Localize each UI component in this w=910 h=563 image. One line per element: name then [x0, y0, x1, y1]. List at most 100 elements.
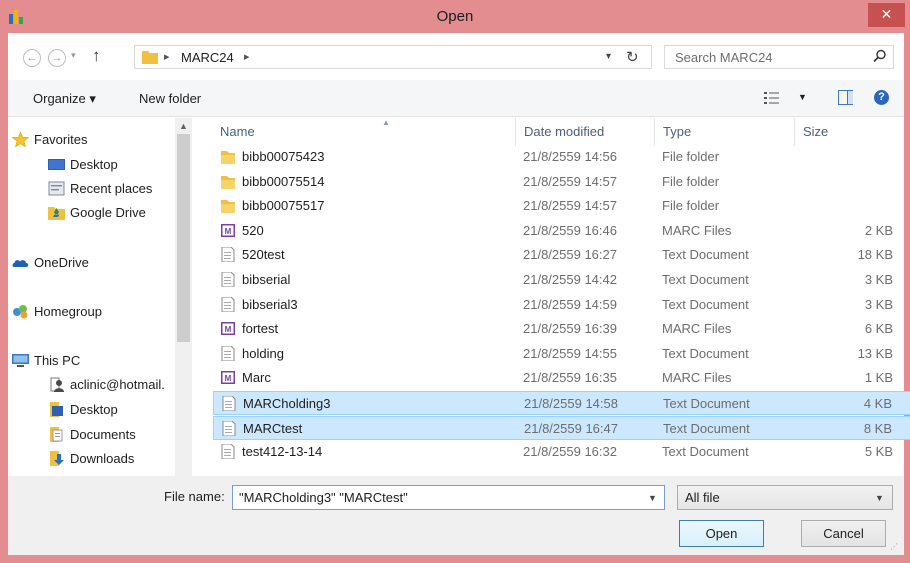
navigation-pane-scrollbar[interactable]: ▲ ▼ [175, 118, 192, 504]
marc-file-icon: M [221, 371, 235, 385]
folder-icon [221, 200, 235, 214]
dialog-footer: File name: "MARCholding3" "MARCtest" ▼ A… [8, 476, 904, 555]
column-divider[interactable] [515, 118, 516, 146]
back-button[interactable]: ← [23, 49, 41, 67]
file-type-value: All file [685, 490, 720, 505]
scroll-up-icon[interactable]: ▲ [179, 121, 188, 131]
file-name: bibb00075517 [242, 198, 325, 214]
search-box[interactable]: Search MARC24 [664, 45, 894, 69]
file-name: bibb00075423 [242, 149, 325, 164]
breadcrumb-marc24[interactable]: MARC24 [181, 50, 234, 65]
text-file-icon [221, 247, 235, 263]
file-size: 8 KB [863, 420, 892, 436]
file-name: 520 [242, 222, 264, 238]
star-icon [12, 132, 29, 147]
new-folder-button[interactable]: New folder [139, 91, 201, 106]
chevron-down-icon[interactable]: ▼ [875, 493, 884, 503]
view-options-icon[interactable] [764, 91, 780, 105]
file-type: Text Document [663, 420, 750, 436]
file-row[interactable]: 520test 21/8/2559 16:27 Text Document 18 KB [213, 243, 910, 267]
file-type: MARC Files [662, 370, 732, 386]
resize-grip-icon[interactable]: ⋰ [890, 542, 898, 551]
column-header-date[interactable]: Date modified [524, 124, 604, 139]
up-button[interactable]: ↑ [92, 46, 101, 66]
address-dropdown-icon[interactable]: ▾ [606, 51, 611, 62]
desktop-icon [48, 159, 65, 170]
preview-pane-icon[interactable] [838, 90, 853, 105]
file-date: 21/8/2559 16:47 [524, 420, 618, 436]
file-row[interactable]: bibb00075514 21/8/2559 14:57 File folder [213, 170, 910, 194]
file-row[interactable]: holding 21/8/2559 14:55 Text Document 13 KB [213, 342, 910, 366]
svg-text:M: M [225, 325, 232, 334]
file-row[interactable]: bibb00075517 21/8/2559 14:57 File folder [213, 194, 910, 218]
desktop-folder-icon [50, 402, 63, 417]
command-bar: Organize ▾ New folder ▼ ? [8, 80, 904, 117]
file-size: 6 KB [864, 321, 893, 337]
open-button[interactable]: Open [679, 520, 764, 547]
file-name: MARCholding3 [243, 396, 331, 411]
file-row[interactable]: bibserial 21/8/2559 14:42 Text Document 3 K… [213, 268, 910, 292]
file-row[interactable]: Mfortest 21/8/2559 16:39 MARC Files 6 KB [213, 317, 910, 341]
view-dropdown-icon[interactable]: ▼ [798, 92, 807, 102]
file-row[interactable]: bibb00075423 21/8/2559 14:56 File folder [213, 145, 910, 169]
file-type: Text Document [663, 396, 750, 411]
file-date: 21/8/2559 14:57 [523, 173, 617, 189]
text-file-icon [222, 420, 236, 436]
navigation-pane: Favorites Desktop Recent places Google D… [8, 118, 190, 504]
file-date: 21/8/2559 16:32 [523, 444, 617, 460]
marc-file-icon: M [221, 322, 235, 336]
search-icon[interactable] [873, 49, 887, 63]
file-name: bibserial3 [242, 296, 298, 312]
file-row[interactable]: M 520 21/8/2559 16:46 MARC Files 2 KB [213, 219, 910, 243]
dialog-client: ← → ▾ ↑ ▸ MARC24 ▸ ▾ ↻ Search MARC24 Org… [8, 33, 910, 555]
file-type: File folder [662, 173, 720, 189]
text-file-icon [221, 296, 235, 312]
close-button[interactable]: ✕ [868, 3, 905, 27]
text-file-icon [221, 345, 235, 361]
file-type-filter[interactable]: All file ▼ [677, 485, 893, 510]
file-type: Text Document [662, 345, 749, 361]
organize-button[interactable]: Organize ▾ [33, 91, 96, 107]
forward-button[interactable]: → [48, 49, 66, 67]
title-bar[interactable]: Open ✕ [0, 0, 910, 33]
search-input[interactable]: Search MARC24 [675, 50, 773, 65]
file-row[interactable]: bibserial3 21/8/2559 14:59 Text Document 3 … [213, 293, 910, 317]
column-divider[interactable] [794, 118, 795, 146]
column-header-size[interactable]: Size [803, 124, 828, 139]
column-header-name[interactable]: Name [220, 124, 255, 139]
recent-locations-dropdown[interactable]: ▾ [71, 50, 76, 61]
file-name: 520test [242, 247, 285, 263]
breadcrumb-separator-icon[interactable]: ▸ [244, 50, 250, 63]
file-row[interactable]: MARCholding3 21/8/2559 14:58 Text Document… [213, 391, 910, 415]
file-row[interactable]: M Marc 21/8/2559 16:35 MARC Files 1 KB [213, 366, 910, 390]
breadcrumb-separator-icon[interactable]: ▸ [164, 50, 170, 63]
file-date: 21/8/2559 14:42 [523, 272, 617, 287]
computer-icon [12, 354, 29, 367]
column-header-type[interactable]: Type [663, 124, 691, 139]
scrollbar-thumb[interactable] [177, 134, 190, 342]
file-date: 21/8/2559 16:27 [523, 247, 617, 263]
column-divider[interactable] [654, 118, 655, 146]
file-row[interactable]: MARCtest 21/8/2559 16:47 Text Document 8 KB [213, 415, 910, 440]
file-type: File folder [662, 149, 720, 164]
refresh-icon[interactable]: ↻ [626, 48, 639, 66]
file-type: MARC Files [662, 222, 732, 238]
file-row[interactable]: test412-13-14 21/8/2559 16:32 Text Documen… [213, 440, 910, 464]
file-date: 21/8/2559 16:35 [523, 370, 617, 386]
help-icon[interactable]: ? [874, 90, 889, 105]
cancel-button[interactable]: Cancel [801, 520, 886, 547]
sort-ascending-icon: ▲ [382, 118, 390, 127]
file-date: 21/8/2559 14:59 [523, 296, 617, 312]
file-size: 2 KB [864, 222, 893, 238]
file-name: Marc [242, 370, 271, 386]
file-list: Name ▲ Date modified Type Size bibb00075… [198, 118, 910, 504]
address-bar[interactable]: ▸ MARC24 ▸ ▾ ↻ [134, 45, 652, 69]
file-name-input[interactable]: "MARCholding3" "MARCtest" ▼ [232, 485, 665, 510]
documents-folder-icon [50, 427, 63, 442]
file-name-value[interactable]: "MARCholding3" "MARCtest" [239, 490, 408, 505]
file-type: MARC Files [662, 321, 732, 337]
file-name: bibserial [242, 272, 291, 287]
file-type: Text Document [662, 296, 749, 312]
svg-text:M: M [225, 374, 232, 383]
file-name-dropdown-icon[interactable]: ▼ [648, 493, 657, 503]
